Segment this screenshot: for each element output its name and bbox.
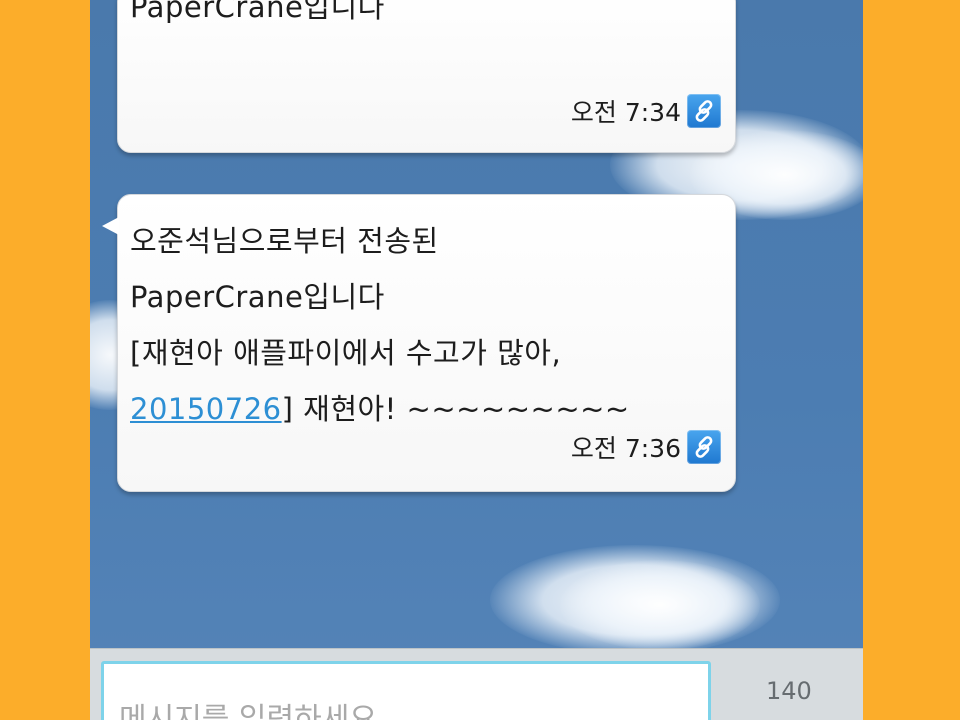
- message-line: PaperCrane입니다: [130, 0, 385, 24]
- message-line-tail: ] 재현아! ~~~~~~~~~: [281, 392, 630, 426]
- message-bubble[interactable]: PaperCrane입니다 오전 7:34: [117, 0, 736, 153]
- message-line: PaperCrane입니다: [130, 280, 385, 314]
- message-line: [재현아 애플파이에서 수고가 많아,: [130, 336, 562, 370]
- message-line: 20150726] 재현아! ~~~~~~~~~: [130, 381, 630, 437]
- composer-bar: 메시지를 입력하세요 140: [90, 648, 863, 720]
- link-icon[interactable]: [687, 94, 721, 128]
- chain-link-glyph: [695, 436, 713, 458]
- cloud-decoration: [560, 560, 760, 650]
- message-meta: 오전 7:34: [571, 92, 721, 130]
- message-input-placeholder: 메시지를 입력하세요: [119, 702, 377, 720]
- character-counter: 140: [766, 677, 812, 705]
- bubble-tail: [102, 217, 119, 235]
- message-meta: 오전 7:36: [571, 428, 721, 466]
- chat-screen: PaperCrane입니다 오전 7:34 오준석님으로부터 전송된 Paper…: [90, 0, 863, 720]
- chain-link-glyph: [695, 100, 713, 122]
- message-text: PaperCrane입니다: [130, 0, 385, 35]
- message-input[interactable]: 메시지를 입력하세요: [101, 661, 711, 720]
- message-line: 오준석님으로부터 전송된: [130, 224, 439, 258]
- message-time: 오전 7:36: [570, 434, 681, 463]
- message-text: 오준석님으로부터 전송된 PaperCrane입니다 [재현아 애플파이에서 수…: [130, 213, 630, 437]
- message-time: 오전 7:34: [570, 98, 681, 127]
- message-bubble[interactable]: 오준석님으로부터 전송된 PaperCrane입니다 [재현아 애플파이에서 수…: [102, 194, 736, 492]
- date-link[interactable]: 20150726: [130, 392, 282, 426]
- link-icon[interactable]: [687, 430, 721, 464]
